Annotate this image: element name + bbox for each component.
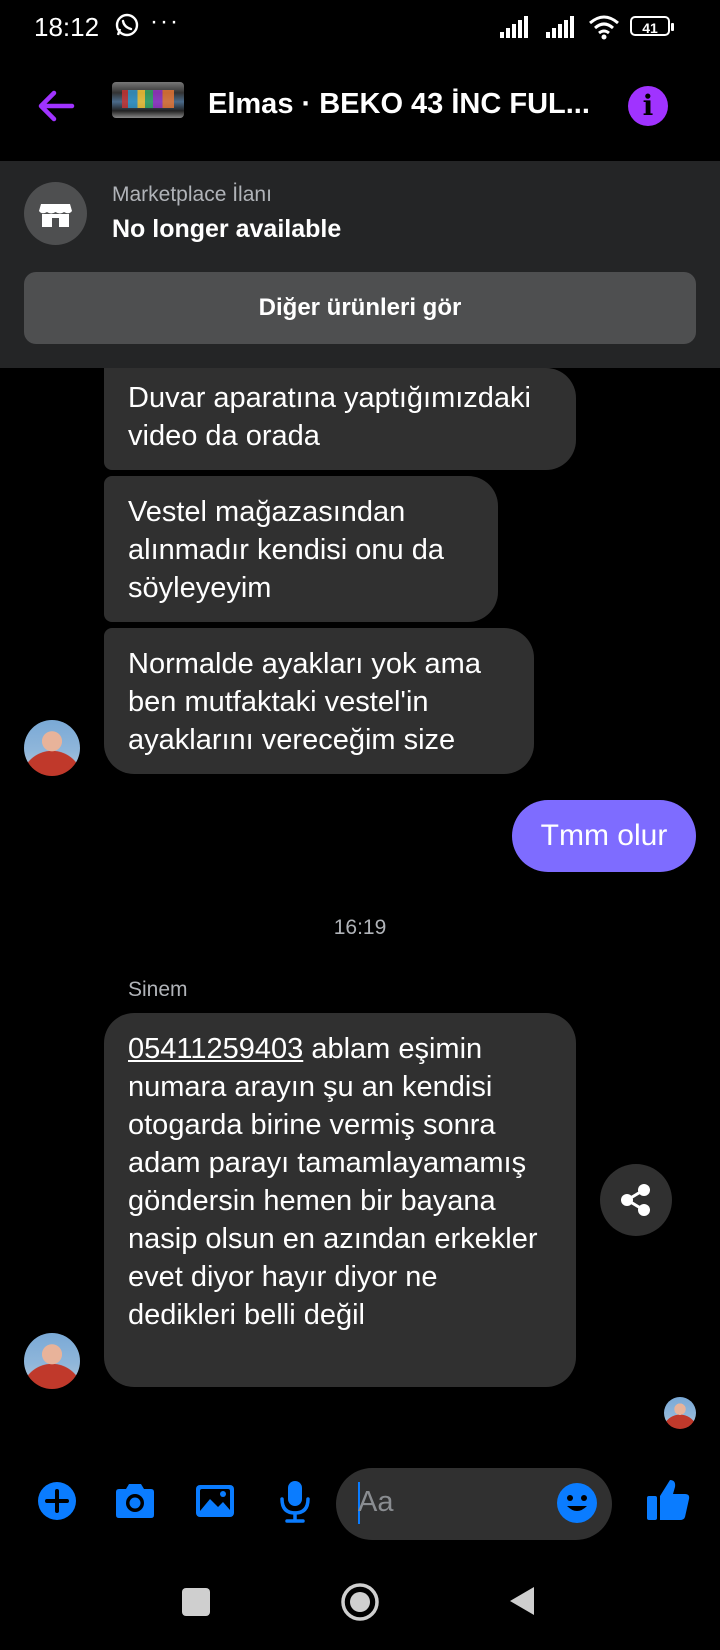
emoji-icon[interactable] [556,1482,598,1524]
see-other-items-button[interactable]: Diğer ürünleri gör [24,272,696,344]
message-timestamp: 16:19 [333,916,387,939]
received-message[interactable]: Vestel mağazasından alınmadır kendisi on… [104,476,498,622]
received-message[interactable]: 05411259403 ablam eşimin numara arayın ş… [104,1013,576,1387]
received-message[interactable]: Normalde ayakları yok ama ben mutfaktaki… [104,628,534,774]
share-button[interactable] [600,1164,672,1236]
avatar[interactable] [24,720,80,776]
status-time: 18:12 [34,12,100,42]
composer-bar: Aa [0,1460,720,1550]
listing-status: No longer available [112,215,342,243]
share-icon [621,1184,650,1216]
marketplace-label: Marketplace İlanı [112,183,272,206]
chat-title[interactable]: Elmas · BEKO 43 İNC FUL... [208,88,590,121]
listing-thumbnail[interactable] [112,82,184,118]
camera-icon[interactable] [112,1478,158,1524]
message-input-placeholder: Aa [358,1486,394,1518]
image-icon[interactable] [192,1478,238,1524]
plus-circle-icon[interactable] [34,1478,80,1524]
thumbs-up-icon[interactable] [644,1476,692,1524]
more-notifications-icon: ··· [150,8,180,35]
signal-icon [500,16,528,38]
whatsapp-icon [115,13,139,37]
recent-apps-button[interactable] [182,1588,210,1616]
home-button[interactable] [340,1582,380,1622]
store-icon [39,204,72,227]
battery-icon: 41 [630,16,674,36]
microphone-icon[interactable] [272,1478,318,1524]
status-bar: 18:12 ··· 41 [0,0,720,56]
arrow-left-icon[interactable] [34,84,78,128]
chat-header: Elmas · BEKO 43 İNC FUL... i [0,56,720,161]
info-icon[interactable]: i [628,86,668,126]
phone-link[interactable]: 05411259403 [128,1033,303,1065]
wifi-icon [589,15,619,40]
signal-icon-2 [546,16,574,38]
back-button[interactable] [506,1584,540,1618]
store-icon-wrap [24,182,87,245]
sent-message[interactable]: Tmm olur [512,800,696,872]
avatar[interactable] [24,1333,80,1389]
seen-avatar [664,1397,696,1429]
sender-name: Sinem [128,978,188,1001]
marketplace-card: Marketplace İlanı No longer available Di… [0,161,720,368]
system-nav-bar [0,1550,720,1650]
received-message[interactable]: Duvar aparatına yaptığımızdaki video da … [104,368,576,470]
message-text: ablam eşimin numara arayın şu an kendisi… [128,1033,538,1331]
